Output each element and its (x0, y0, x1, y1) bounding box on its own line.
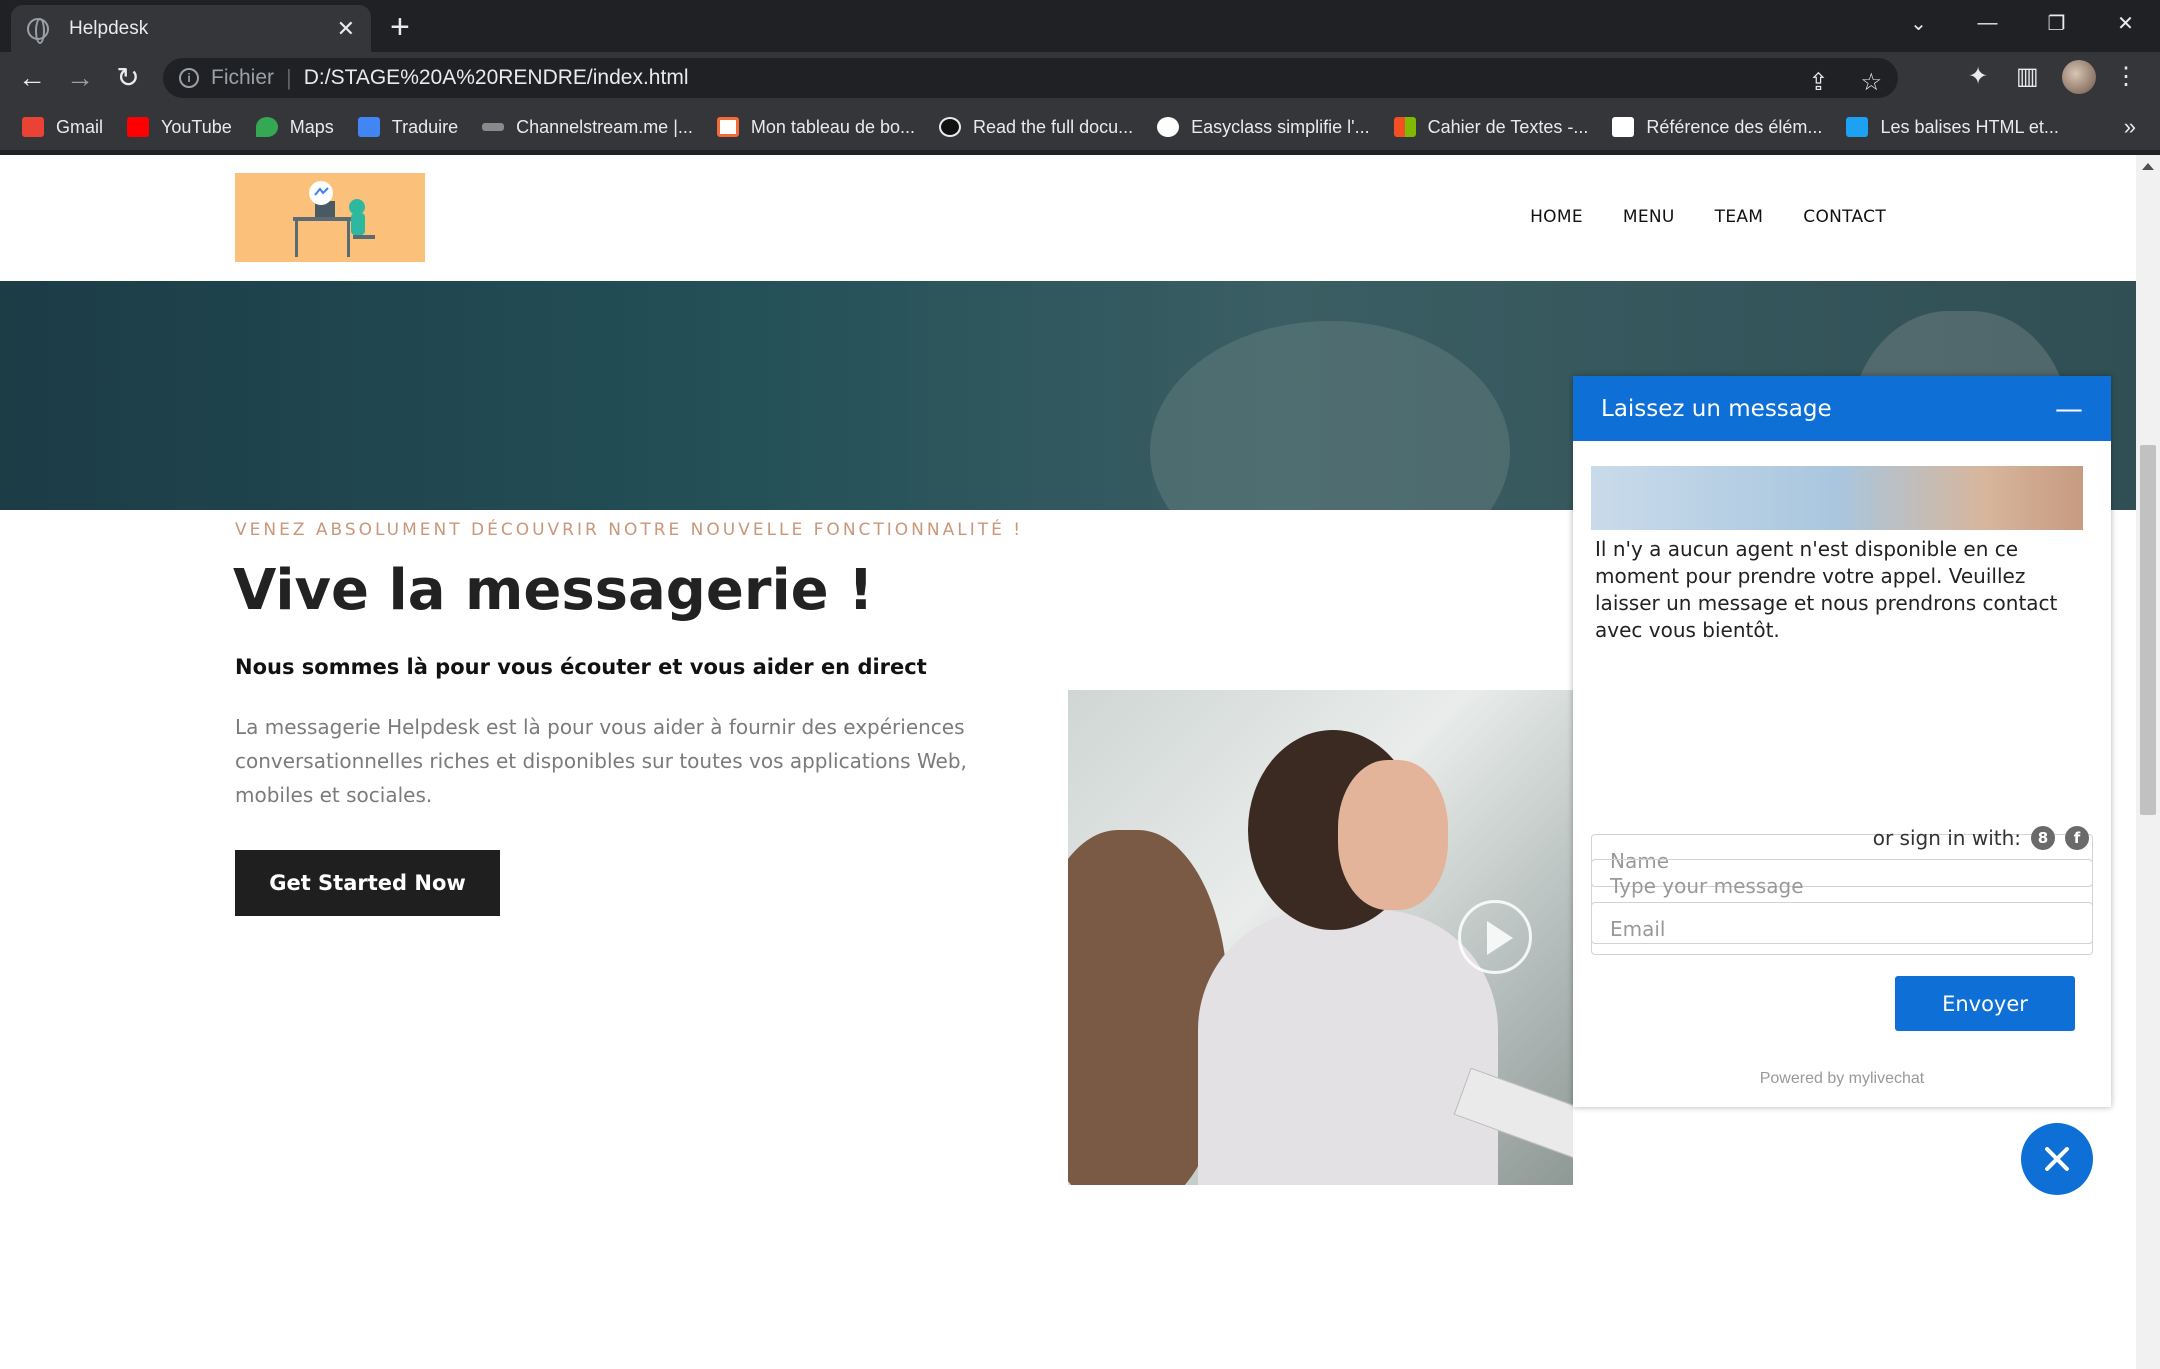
feature-subhead: Nous sommes là pour vous écouter et vous… (235, 655, 927, 679)
bookmark-youtube[interactable]: YouTube (127, 117, 232, 138)
nav-contact[interactable]: CONTACT (1803, 207, 1886, 227)
signin-label: or sign in with: (1872, 826, 2021, 850)
google-icon[interactable]: 8 (2031, 826, 2055, 850)
minimize-chat-icon[interactable]: — (2055, 392, 2083, 425)
facebook-icon[interactable]: f (2065, 826, 2089, 850)
new-tab-button[interactable]: + (390, 8, 410, 47)
page-scrollbar[interactable] (2136, 155, 2160, 1369)
dashboard-icon (716, 117, 739, 137)
channelstream-icon (482, 123, 505, 131)
nav-home[interactable]: HOME (1530, 207, 1583, 227)
bookmarks-bar: Gmail YouTube Maps Traduire Channelstrea… (0, 104, 2160, 150)
tab-helpdesk[interactable]: Helpdesk ✕ (11, 5, 371, 52)
live-chat-widget: Laissez un message — Il n'y a aucun agen… (1573, 376, 2111, 1107)
chat-social-signin: or sign in with: 8 f (1873, 826, 2089, 850)
bookmark-label: Mon tableau de bo... (750, 116, 915, 137)
github-icon (939, 117, 961, 137)
share-icon[interactable]: ⇪ (1808, 68, 1828, 97)
bookmark-maps[interactable]: Maps (255, 116, 334, 138)
close-tab-icon[interactable]: ✕ (337, 16, 355, 42)
nav-menu[interactable]: MENU (1623, 207, 1675, 227)
easyclass-icon (1157, 117, 1180, 137)
bookmark-label: Cahier de Textes -... (1427, 116, 1589, 137)
tab-search-icon[interactable]: ⌄ (1884, 0, 1953, 46)
photo-agent-body (1198, 910, 1498, 1185)
bookmark-docs[interactable]: Read the full docu... (939, 117, 1133, 138)
site-header: HOME MENU TEAM CONTACT (0, 155, 2136, 281)
translate-icon (357, 117, 380, 137)
chat-header: Laissez un message — (1573, 376, 2111, 441)
youtube-icon (127, 117, 150, 137)
feature-eyebrow: VENEZ ABSOLUMENT DÉCOUVRIR NOTRE NOUVELL… (235, 520, 1024, 540)
back-icon[interactable]: ← (16, 62, 48, 94)
restore-button[interactable]: ❐ (2022, 0, 2091, 46)
tab-title: Helpdesk (69, 17, 149, 39)
gmail-icon (22, 117, 44, 137)
bookmark-balises[interactable]: Les balises HTML et... (1846, 116, 2059, 138)
chat-title: Laissez un message (1601, 395, 1832, 422)
bookmark-label: Gmail (56, 116, 104, 137)
reload-icon[interactable]: ↻ (112, 62, 144, 94)
bookmarks-overflow-icon[interactable]: » (2124, 114, 2136, 140)
tab-strip: Helpdesk ✕ + ⌄ — ❐ ✕ (0, 0, 2160, 52)
profile-avatar[interactable] (2062, 60, 2096, 94)
html-icon (1846, 117, 1869, 137)
scrollbar-thumb[interactable] (2140, 445, 2156, 815)
bookmark-cahier[interactable]: Cahier de Textes -... (1393, 116, 1589, 138)
bookmark-gmail[interactable]: Gmail (22, 117, 103, 138)
chat-send-button[interactable]: Envoyer (1895, 976, 2075, 1031)
bookmark-traduire[interactable]: Traduire (357, 116, 459, 138)
bookmark-channelstream[interactable]: Channelstream.me |... (482, 117, 693, 138)
support-agent-photo (1068, 690, 1573, 1185)
helpdesk-logo-illustration (293, 181, 375, 257)
side-panel-icon[interactable]: ▥ (2016, 62, 2039, 91)
nav-team[interactable]: TEAM (1715, 207, 1764, 227)
scroll-up-icon[interactable] (2142, 163, 2154, 170)
browser-toolbar: ← → ↻ i Fichier | D:/STAGE%20A%20RENDRE/… (0, 52, 2160, 104)
chat-agents-banner (1591, 466, 2083, 530)
bookmark-label: Les balises HTML et... (1880, 116, 2059, 137)
extensions-icon[interactable]: ✦ (1968, 62, 1988, 91)
bookmark-easyclass[interactable]: Easyclass simplifie l'... (1157, 116, 1370, 138)
get-started-button[interactable]: Get Started Now (235, 850, 500, 916)
chat-powered-by[interactable]: Powered by mylivechat (1573, 1070, 2111, 1088)
url-text[interactable]: D:/STAGE%20A%20RENDRE/index.html (304, 66, 689, 90)
bookmark-label: Read the full docu... (973, 116, 1134, 137)
feature-headline: Vive la messagerie ! (233, 558, 874, 623)
main-nav: HOME MENU TEAM CONTACT (1490, 207, 1886, 227)
bookmark-label: Channelstream.me |... (516, 116, 693, 137)
url-scheme: Fichier (211, 66, 275, 89)
bookmark-reference[interactable]: Référence des élém... (1612, 117, 1822, 138)
forward-icon[interactable]: → (64, 62, 96, 94)
bookmark-label: YouTube (161, 116, 232, 137)
feature-description: La messagerie Helpdesk est là pour vous … (235, 715, 967, 807)
bookmark-label: Maps (289, 116, 334, 137)
browser-chrome: Helpdesk ✕ + ⌄ — ❐ ✕ ← → ↻ i Fichier | D… (0, 0, 2160, 155)
bookmark-star-icon[interactable]: ☆ (1860, 68, 1882, 97)
microsoft-icon (1393, 117, 1416, 137)
photo-agent-face (1338, 760, 1448, 910)
menu-icon[interactable]: ⋮ (2114, 62, 2138, 91)
maps-icon (255, 117, 278, 137)
globe-icon (27, 17, 49, 44)
chat-message-field[interactable]: Type your message (1591, 859, 2093, 944)
bookmark-tableau[interactable]: Mon tableau de bo... (716, 116, 915, 138)
omnibox-actions: ⇪ ☆ (1792, 68, 1898, 97)
bookmark-label: Traduire (391, 116, 459, 137)
mdn-icon (1612, 117, 1635, 137)
address-bar[interactable]: i Fichier | D:/STAGE%20A%20RENDRE/index.… (163, 58, 1898, 98)
url-separator: | (286, 65, 292, 90)
close-chat-button[interactable] (2021, 1123, 2093, 1195)
chat-offline-message: Il n'y a aucun agent n'est disponible en… (1595, 537, 2058, 642)
bookmark-label: Easyclass simplifie l'... (1191, 116, 1370, 137)
minimize-button[interactable]: — (1953, 0, 2022, 46)
site-logo[interactable] (235, 173, 425, 262)
close-window-button[interactable]: ✕ (2091, 0, 2160, 46)
bookmark-label: Référence des élém... (1646, 116, 1823, 137)
play-video-icon[interactable] (1458, 900, 1532, 974)
info-icon[interactable]: i (179, 68, 199, 88)
window-controls: ⌄ — ❐ ✕ (1884, 0, 2160, 46)
